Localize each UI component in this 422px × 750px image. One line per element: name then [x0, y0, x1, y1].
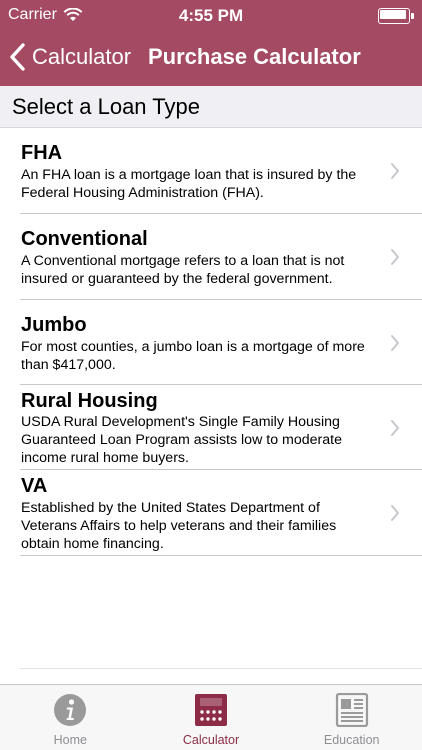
tab-bar: Home Calculator Education — [0, 684, 422, 750]
chevron-right-icon — [391, 420, 399, 436]
status-bar: Carrier 4:55 PM — [0, 0, 422, 30]
loan-type-description: An FHA loan is a mortgage loan that is i… — [21, 167, 357, 201]
chevron-right-icon — [391, 335, 399, 351]
tab-label: Education — [323, 733, 380, 747]
tab-label: Calculator — [182, 733, 240, 747]
loan-type-description: Established by the United States Departm… — [21, 500, 337, 552]
loan-type-title: Rural Housing — [21, 390, 158, 412]
tab-education[interactable]: Education — [281, 685, 422, 750]
chevron-left-icon — [10, 43, 25, 71]
newspaper-icon — [335, 693, 368, 727]
loan-type-title: Conventional — [21, 228, 148, 250]
chevron-right-icon — [391, 249, 399, 265]
loan-type-row-conventional[interactable]: Conventional A Conventional mortgage ref… — [0, 214, 422, 300]
loan-type-title: Jumbo — [21, 314, 87, 336]
section-header-label: Select a Loan Type — [12, 94, 200, 119]
navigation-bar: Calculator Purchase Calculator — [0, 30, 422, 86]
loan-type-description: For most counties, a jumbo loan is a mor… — [21, 339, 365, 373]
tab-label: Home — [53, 733, 87, 747]
loan-type-row-jumbo[interactable]: Jumbo For most counties, a jumbo loan is… — [0, 300, 422, 385]
back-button-label: Calculator — [32, 44, 132, 69]
loan-type-row-va[interactable]: VA Established by the United States Depa… — [0, 470, 422, 556]
list-divider — [20, 668, 422, 669]
loan-type-description: USDA Rural Development's Single Family H… — [21, 414, 342, 466]
info-icon — [54, 694, 87, 726]
tab-calculator[interactable]: Calculator — [141, 685, 282, 750]
chevron-right-icon — [391, 163, 399, 179]
page-title: Purchase Calculator — [148, 44, 361, 69]
loan-type-title: FHA — [21, 142, 63, 164]
battery-icon — [378, 8, 414, 24]
section-header: Select a Loan Type — [0, 86, 422, 128]
loan-type-title: VA — [21, 475, 48, 497]
status-time: 4:55 PM — [178, 6, 244, 25]
loan-type-description: A Conventional mortgage refers to a loan… — [21, 253, 345, 287]
calculator-icon — [195, 694, 227, 726]
back-button[interactable]: Calculator — [8, 40, 131, 74]
loan-type-row-rural-housing[interactable]: Rural Housing USDA Rural Development's S… — [0, 385, 422, 470]
header: Carrier 4:55 PM Calculator Purchase Calc… — [0, 0, 422, 86]
tab-home[interactable]: Home — [0, 685, 141, 750]
chevron-right-icon — [391, 505, 399, 521]
loan-type-row-fha[interactable]: FHA An FHA loan is a mortgage loan that … — [0, 128, 422, 214]
